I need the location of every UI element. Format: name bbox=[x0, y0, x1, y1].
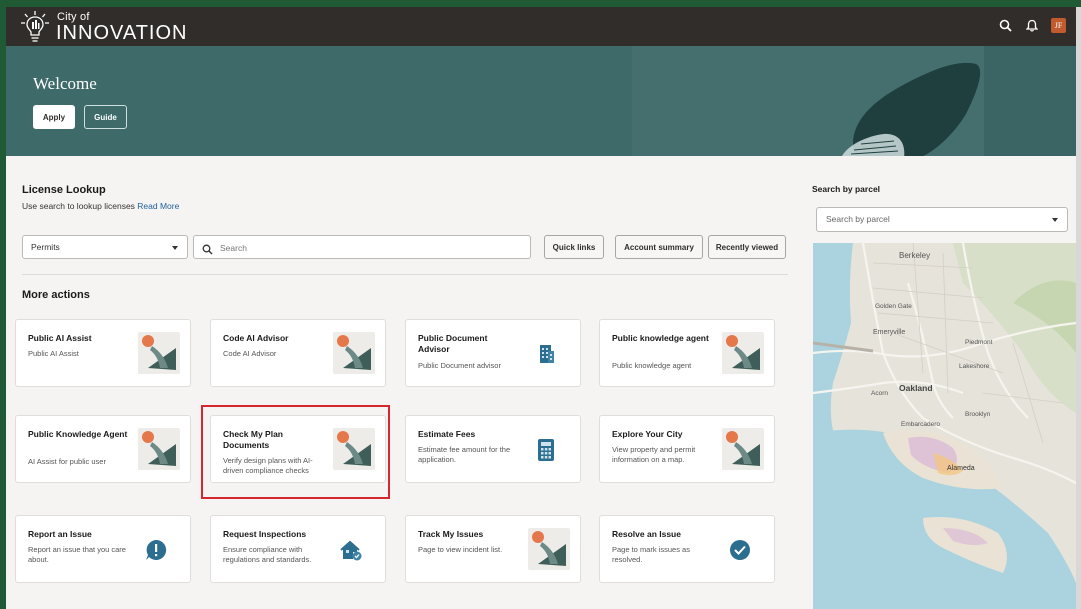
image-placeholder-icon bbox=[528, 528, 570, 570]
chevron-down-icon bbox=[172, 246, 178, 250]
highlight-box bbox=[201, 405, 390, 499]
map-label-emeryville: Emeryville bbox=[873, 329, 906, 336]
action-card-estimate-fees[interactable]: Estimate Fees Estimate fee amount for th… bbox=[405, 415, 581, 483]
card-description: Code AI Advisor bbox=[223, 349, 277, 358]
action-card-public-ai-assist[interactable]: Public AI Assist Public AI Assist bbox=[15, 319, 191, 387]
welcome-banner: Welcome Apply Guide bbox=[6, 46, 1076, 156]
map-label-oakland: Oakland bbox=[899, 383, 933, 393]
card-description: Page to view incident list. bbox=[418, 545, 503, 554]
card-description: Page to mark issues as resolved. bbox=[612, 545, 690, 564]
card-title: Report an Issue bbox=[28, 529, 92, 539]
category-select[interactable]: Permits bbox=[22, 235, 188, 259]
action-card-public-knowledge-agent[interactable]: Public knowledge agent Public knowledge … bbox=[599, 319, 775, 387]
account-summary-button[interactable]: Account summary bbox=[615, 235, 703, 259]
parcel-map[interactable]: Berkeley Golden Gate Emeryville Piedmont… bbox=[813, 243, 1076, 609]
card-title: Public AI Assist bbox=[28, 333, 92, 343]
card-description: Estimate fee amount for the application. bbox=[418, 445, 511, 464]
license-lookup-title: License Lookup bbox=[22, 184, 106, 196]
action-card-code-ai-advisor[interactable]: Code AI Advisor Code AI Advisor bbox=[210, 319, 386, 387]
map-label-alameda: Alameda bbox=[947, 465, 975, 472]
alert-icon bbox=[142, 536, 170, 564]
check-circle-icon bbox=[726, 536, 754, 564]
map-label-brooklyn: Brooklyn bbox=[965, 411, 991, 418]
map-label-acorn: Acorn bbox=[871, 390, 888, 397]
top-bar: City of INNOVATION JF bbox=[6, 7, 1076, 46]
card-title: Resolve an Issue bbox=[612, 529, 681, 539]
quick-links-button[interactable]: Quick links bbox=[544, 235, 604, 259]
banner-illustration bbox=[842, 63, 981, 156]
license-search-field[interactable] bbox=[193, 235, 531, 259]
card-description: Ensure compliance with regulations and s… bbox=[223, 545, 312, 564]
map-label-embarcadero: Embarcadero bbox=[901, 421, 941, 428]
card-description: View property and permit information on … bbox=[612, 445, 696, 464]
page-scrollbar[interactable] bbox=[1076, 7, 1081, 609]
card-title: Public knowledge agent bbox=[612, 333, 709, 343]
map-label-lakeshore: Lakeshore bbox=[959, 363, 990, 370]
map-label-berkeley: Berkeley bbox=[899, 251, 931, 260]
welcome-heading: Welcome bbox=[33, 74, 97, 93]
read-more-link[interactable]: Read More bbox=[137, 201, 179, 211]
image-placeholder-icon bbox=[722, 332, 764, 374]
action-card-resolve-an-issue[interactable]: Resolve an Issue Page to mark issues as … bbox=[599, 515, 775, 583]
search-icon bbox=[202, 242, 213, 260]
logo-innovation: INNOVATION bbox=[56, 21, 188, 44]
calculator-icon bbox=[532, 436, 560, 464]
license-search-input[interactable] bbox=[220, 241, 520, 254]
search-icon[interactable] bbox=[997, 17, 1013, 33]
image-placeholder-icon bbox=[138, 428, 180, 470]
card-description: AI Assist for public user bbox=[28, 457, 106, 466]
apply-button[interactable]: Apply bbox=[33, 105, 75, 129]
banner-band bbox=[984, 46, 1076, 156]
card-description: Report an issue that you care about. bbox=[28, 545, 126, 564]
image-placeholder-icon bbox=[138, 332, 180, 374]
map-label-golden-gate: Golden Gate bbox=[875, 303, 912, 310]
card-title: Public Document Advisor bbox=[418, 333, 488, 354]
card-description: Public AI Assist bbox=[28, 349, 79, 358]
more-actions-title: More actions bbox=[22, 289, 90, 301]
card-description: Public Document advisor bbox=[418, 361, 501, 370]
card-description: Public knowledge agent bbox=[612, 361, 692, 370]
parcel-search-select[interactable]: Search by parcel bbox=[816, 207, 1068, 232]
image-placeholder-icon bbox=[333, 332, 375, 374]
lightbulb-logo-icon bbox=[20, 10, 50, 44]
city-logo[interactable]: City of INNOVATION bbox=[20, 9, 187, 45]
building-icon bbox=[532, 340, 560, 368]
user-avatar[interactable]: JF bbox=[1051, 17, 1066, 33]
action-card-request-inspections[interactable]: Request Inspections Ensure compliance wi… bbox=[210, 515, 386, 583]
action-card-explore-your-city[interactable]: Explore Your City View property and perm… bbox=[599, 415, 775, 483]
license-lookup-subtitle-text: Use search to lookup licenses bbox=[22, 201, 135, 211]
license-lookup-subtitle: Use search to lookup licenses Read More bbox=[22, 201, 179, 211]
action-card-public-knowledge-agent-2[interactable]: Public Knowledge Agent AI Assist for pub… bbox=[15, 415, 191, 483]
logo-city-of: City of bbox=[57, 10, 90, 23]
card-title: Code AI Advisor bbox=[223, 333, 289, 343]
card-title: Track My Issues bbox=[418, 529, 484, 539]
action-card-report-an-issue[interactable]: Report an Issue Report an issue that you… bbox=[15, 515, 191, 583]
parcel-search-placeholder: Search by parcel bbox=[826, 214, 890, 224]
category-select-value: Permits bbox=[31, 242, 60, 252]
card-title: Request Inspections bbox=[223, 529, 307, 539]
chevron-down-icon bbox=[1052, 218, 1058, 222]
section-divider bbox=[22, 274, 788, 275]
action-card-track-my-issues[interactable]: Track My Issues Page to view incident li… bbox=[405, 515, 581, 583]
action-card-public-document-advisor[interactable]: Public Document Advisor Public Document … bbox=[405, 319, 581, 387]
map-label-piedmont: Piedmont bbox=[965, 339, 993, 346]
card-title: Estimate Fees bbox=[418, 429, 476, 439]
card-title: Public Knowledge Agent bbox=[28, 429, 128, 439]
bell-icon[interactable] bbox=[1024, 17, 1040, 33]
map-graphic bbox=[813, 243, 1076, 609]
card-title: Explore Your City bbox=[612, 429, 683, 439]
house-check-icon bbox=[337, 536, 365, 564]
image-placeholder-icon bbox=[722, 428, 764, 470]
guide-button[interactable]: Guide bbox=[84, 105, 127, 129]
recently-viewed-button[interactable]: Recently viewed bbox=[708, 235, 786, 259]
parcel-search-label: Search by parcel bbox=[812, 184, 881, 194]
app-frame: City of INNOVATION JF Welcome Apply Guid… bbox=[6, 7, 1076, 609]
